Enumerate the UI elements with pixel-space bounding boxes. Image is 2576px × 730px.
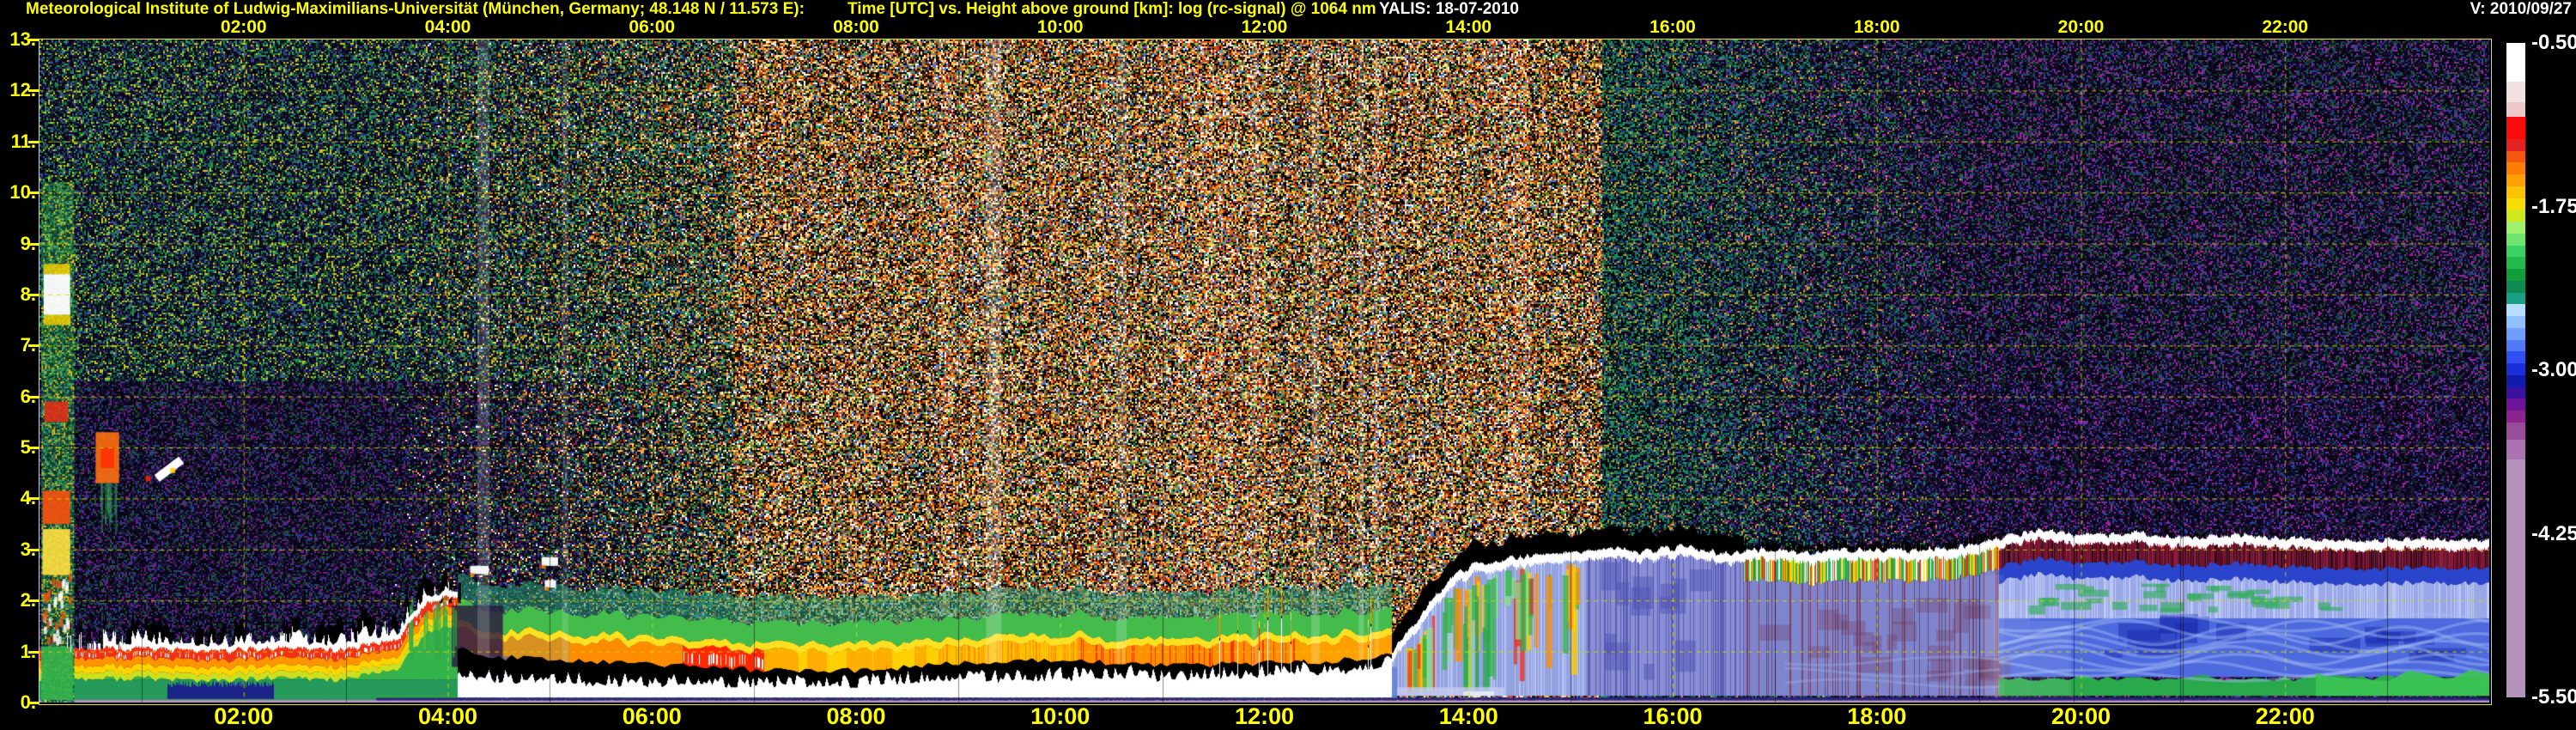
x-tick-bottom: 12:00 [1234, 703, 1295, 729]
x-tick-top: 14:00 [1445, 17, 1492, 37]
x-tick-top: 08:00 [833, 17, 879, 37]
x-tick-top: 18:00 [1853, 17, 1900, 37]
plot-title: Time [UTC] vs. Height above ground [km]:… [848, 0, 1376, 18]
x-tick-bottom: 22:00 [2255, 703, 2315, 729]
x-tick-top: 20:00 [2057, 17, 2105, 37]
x-tick-bottom: 02:00 [214, 703, 274, 729]
colorbar-segment [2506, 210, 2525, 222]
x-tick-top: 02:00 [220, 17, 267, 37]
x-tick-top: 22:00 [2262, 17, 2309, 37]
y-tick-mark [28, 702, 39, 704]
lidar-heatmap-canvas [39, 40, 2489, 703]
colorbar-segment [2506, 174, 2525, 186]
y-tick-mark [28, 39, 39, 41]
colorbar-segment [2506, 327, 2525, 340]
colorbar-segment [2506, 117, 2525, 139]
colorbar-segment [2506, 150, 2525, 163]
colorbar-segment [2506, 186, 2525, 198]
colorbar-tick-label: -1.75 [2531, 194, 2576, 218]
x-tick-top: 16:00 [1649, 17, 1696, 37]
version-label: V: 2010/09/27 [2470, 0, 2572, 18]
x-tick-top: 06:00 [629, 17, 676, 37]
colorbar-segment [2506, 198, 2525, 210]
colorbar-segment [2506, 386, 2525, 399]
x-tick-top: 04:00 [424, 17, 471, 37]
x-tick-bottom: 06:00 [622, 703, 682, 729]
y-tick-mark [28, 447, 39, 450]
colorbar-tick-label: -5.50 [2531, 685, 2576, 709]
colorbar-segment [2506, 101, 2525, 118]
colorbar-segment [2506, 43, 2525, 82]
x-tick-top: 10:00 [1036, 17, 1084, 37]
colorbar-tick-label: -4.25 [2531, 521, 2576, 545]
y-tick-mark [28, 140, 39, 143]
institute-title: Meteorological Institute of Ludwig-Maxim… [26, 0, 805, 18]
x-tick-bottom: 08:00 [826, 703, 886, 729]
colorbar-segment [2506, 269, 2525, 281]
y-tick-mark [28, 599, 39, 603]
x-tick-bottom: 18:00 [1847, 703, 1907, 729]
colorbar-segment [2506, 233, 2525, 246]
y-tick-mark [28, 395, 39, 398]
y-tick-mark [28, 548, 39, 551]
lidar-quicklook-page: Meteorological Institute of Ludwig-Maxim… [0, 0, 2576, 730]
y-tick-mark [28, 650, 39, 654]
y-tick-mark [28, 293, 39, 296]
colorbar-segment [2506, 245, 2525, 258]
x-tick-bottom: 14:00 [1438, 703, 1498, 729]
x-tick-bottom: 16:00 [1643, 703, 1703, 729]
colorbar-segment [2506, 162, 2525, 175]
instrument-date-label: YALIS: 18-07-2010 [1379, 0, 1520, 18]
y-tick-mark [28, 89, 39, 93]
colorbar-segment [2506, 374, 2525, 387]
colorbar-segment [2506, 138, 2525, 151]
colorbar-segment [2506, 339, 2525, 352]
plot-frame [39, 39, 2492, 705]
colorbar-segment [2506, 439, 2525, 460]
colorbar-segment [2506, 280, 2525, 293]
colorbar-segment [2506, 257, 2525, 270]
colorbar-segment [2506, 422, 2525, 440]
colorbar-segment [2506, 222, 2525, 234]
colorbar-tick-label: -3.00 [2531, 358, 2576, 381]
y-tick-mark [28, 242, 39, 246]
colorbar-segment [2506, 459, 2525, 698]
colorbar-segment [2506, 292, 2525, 305]
x-tick-bottom: 10:00 [1030, 703, 1091, 729]
y-tick-mark [28, 344, 39, 348]
colorbar-segment [2506, 351, 2525, 364]
colorbar-segment [2506, 398, 2525, 411]
colorbar-segment [2506, 82, 2525, 102]
x-tick-top: 12:00 [1241, 17, 1288, 37]
x-tick-bottom: 20:00 [2050, 703, 2111, 729]
colorbar-segment [2506, 304, 2525, 317]
colorbar [2506, 43, 2525, 698]
y-tick-mark [28, 497, 39, 501]
colorbar-segment [2506, 316, 2525, 328]
x-tick-bottom: 04:00 [417, 703, 478, 729]
colorbar-segment [2506, 411, 2525, 423]
y-tick-mark [28, 192, 39, 195]
colorbar-tick-label: -0.50 [2531, 31, 2576, 54]
colorbar-segment [2506, 363, 2525, 375]
